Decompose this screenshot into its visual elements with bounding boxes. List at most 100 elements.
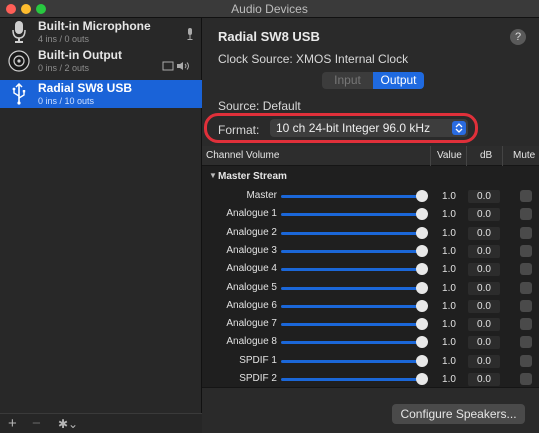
header-channel-volume: Channel Volume [206, 150, 280, 161]
format-label: Format: [218, 123, 260, 137]
table-row: Master 1.0 0.0 [202, 187, 539, 205]
device-item-radial-sw8-usb[interactable]: Radial SW8 USB 0 ins / 10 outs [0, 80, 202, 108]
volume-slider-track[interactable] [281, 268, 422, 272]
table-row: Analogue 2 1.0 0.0 [202, 224, 539, 242]
mute-checkbox[interactable] [520, 244, 532, 257]
volume-slider-track[interactable] [281, 286, 422, 290]
volume-slider-track[interactable] [281, 195, 422, 198]
mute-checkbox[interactable] [520, 354, 532, 367]
volume-slider-track[interactable] [281, 304, 422, 308]
db-field[interactable]: 0.0 [468, 226, 500, 240]
channel-name: SPDIF 1 [239, 354, 277, 366]
table-header: Channel Volume Value dB Mute [202, 146, 539, 166]
volume-slider-thumb[interactable] [416, 190, 428, 202]
device-item-built-in-output[interactable]: Built-in Output 0 ins / 2 outs [0, 47, 202, 75]
mute-checkbox[interactable] [520, 281, 532, 294]
db-field[interactable]: 0.0 [468, 190, 500, 203]
device-io: 4 ins / 0 outs [38, 34, 90, 44]
volume-slider-thumb[interactable] [416, 281, 428, 294]
mute-checkbox[interactable] [520, 299, 532, 312]
table-row: Analogue 8 1.0 0.0 [202, 333, 539, 351]
mic-small-icon [186, 28, 194, 43]
help-button[interactable]: ? [510, 29, 526, 45]
header-db: dB [480, 150, 493, 161]
title-bar: Audio Devices [0, 0, 539, 18]
db-field[interactable]: 0.0 [468, 299, 500, 313]
volume-slider-track[interactable] [281, 213, 422, 217]
volume-slider-track[interactable] [281, 249, 422, 253]
db-field[interactable]: 0.0 [468, 373, 500, 386]
chevron-up-down-icon [452, 121, 466, 135]
volume-slider-thumb[interactable] [416, 318, 428, 331]
mute-checkbox[interactable] [520, 336, 532, 349]
volume-slider-track[interactable] [281, 378, 422, 381]
volume-slider-thumb[interactable] [416, 244, 428, 257]
mute-checkbox[interactable] [520, 318, 532, 331]
add-device-button[interactable]: + [8, 415, 17, 432]
volume-slider-track[interactable] [281, 359, 422, 363]
usb-icon [6, 82, 32, 106]
db-field[interactable]: 0.0 [468, 208, 500, 222]
channel-name: Analogue 4 [226, 263, 277, 275]
volume-value: 1.0 [442, 264, 456, 276]
volume-slider-thumb[interactable] [416, 208, 428, 221]
device-item-built-in-microphone[interactable]: Built-in Microphone 4 ins / 0 outs [0, 18, 202, 46]
channel-name: Analogue 1 [226, 208, 277, 220]
device-name: Built-in Output [38, 48, 122, 62]
volume-slider-thumb[interactable] [416, 336, 428, 349]
volume-slider-thumb[interactable] [416, 226, 428, 239]
mute-checkbox[interactable] [520, 263, 532, 276]
db-field[interactable]: 0.0 [468, 354, 500, 368]
channel-name: Analogue 5 [226, 281, 277, 293]
remove-device-button[interactable]: − [32, 415, 41, 432]
clock-source: Clock Source: XMOS Internal Clock [218, 52, 409, 66]
mute-checkbox[interactable] [520, 190, 532, 202]
source-label: Source: Default [218, 99, 301, 113]
volume-value: 1.0 [442, 337, 456, 349]
format-select[interactable]: 10 ch 24-bit Integer 96.0 kHz [270, 119, 468, 137]
device-name: Built-in Microphone [38, 19, 151, 33]
table-row: SPDIF 2 1.0 0.0 [202, 370, 539, 388]
volume-slider-thumb[interactable] [416, 354, 428, 367]
db-field[interactable]: 0.0 [468, 263, 500, 277]
header-mute: Mute [513, 150, 536, 161]
volume-value: 1.0 [442, 191, 456, 202]
microphone-icon [6, 20, 32, 44]
device-name: Radial SW8 USB [38, 81, 133, 95]
input-output-segmented-control: Input Output [322, 72, 424, 89]
volume-slider-track[interactable] [281, 341, 422, 345]
mute-checkbox[interactable] [520, 373, 532, 385]
volume-slider-thumb[interactable] [416, 299, 428, 312]
volume-slider-track[interactable] [281, 323, 422, 327]
device-io: 0 ins / 2 outs [38, 63, 90, 73]
volume-slider-thumb[interactable] [416, 263, 428, 276]
db-field[interactable]: 0.0 [468, 244, 500, 258]
tab-output[interactable]: Output [373, 72, 424, 89]
volume-slider-track[interactable] [281, 231, 422, 235]
db-field[interactable]: 0.0 [468, 318, 500, 332]
channel-name: Analogue 3 [226, 244, 277, 256]
gear-menu-button[interactable]: ✱⌄ [58, 417, 78, 431]
volume-value: 1.0 [442, 355, 456, 367]
configure-speakers-button[interactable]: Configure Speakers... [392, 404, 525, 424]
format-select-value: 10 ch 24-bit Integer 96.0 kHz [276, 121, 431, 135]
volume-value: 1.0 [442, 209, 456, 221]
mute-checkbox[interactable] [520, 208, 532, 221]
mute-checkbox[interactable] [520, 226, 532, 239]
volume-slider-thumb[interactable] [416, 373, 428, 385]
master-stream-group[interactable]: ▼ Master Stream [202, 169, 539, 185]
db-field[interactable]: 0.0 [468, 336, 500, 350]
db-field[interactable]: 0.0 [468, 281, 500, 295]
screen-speaker-icon [162, 61, 194, 74]
table-row: Analogue 4 1.0 0.0 [202, 260, 539, 278]
tab-input[interactable]: Input [322, 72, 373, 89]
group-label: Master Stream [218, 171, 287, 182]
channel-name: Analogue 6 [226, 299, 277, 311]
disclosure-triangle-icon[interactable]: ▼ [209, 171, 217, 180]
volume-value: 1.0 [442, 282, 456, 294]
table-row: Analogue 7 1.0 0.0 [202, 315, 539, 333]
device-sidebar: Built-in Microphone 4 ins / 0 outs Built… [0, 18, 202, 433]
volume-value: 1.0 [442, 374, 456, 385]
volume-value: 1.0 [442, 319, 456, 331]
channel-name: Analogue 8 [226, 336, 277, 348]
